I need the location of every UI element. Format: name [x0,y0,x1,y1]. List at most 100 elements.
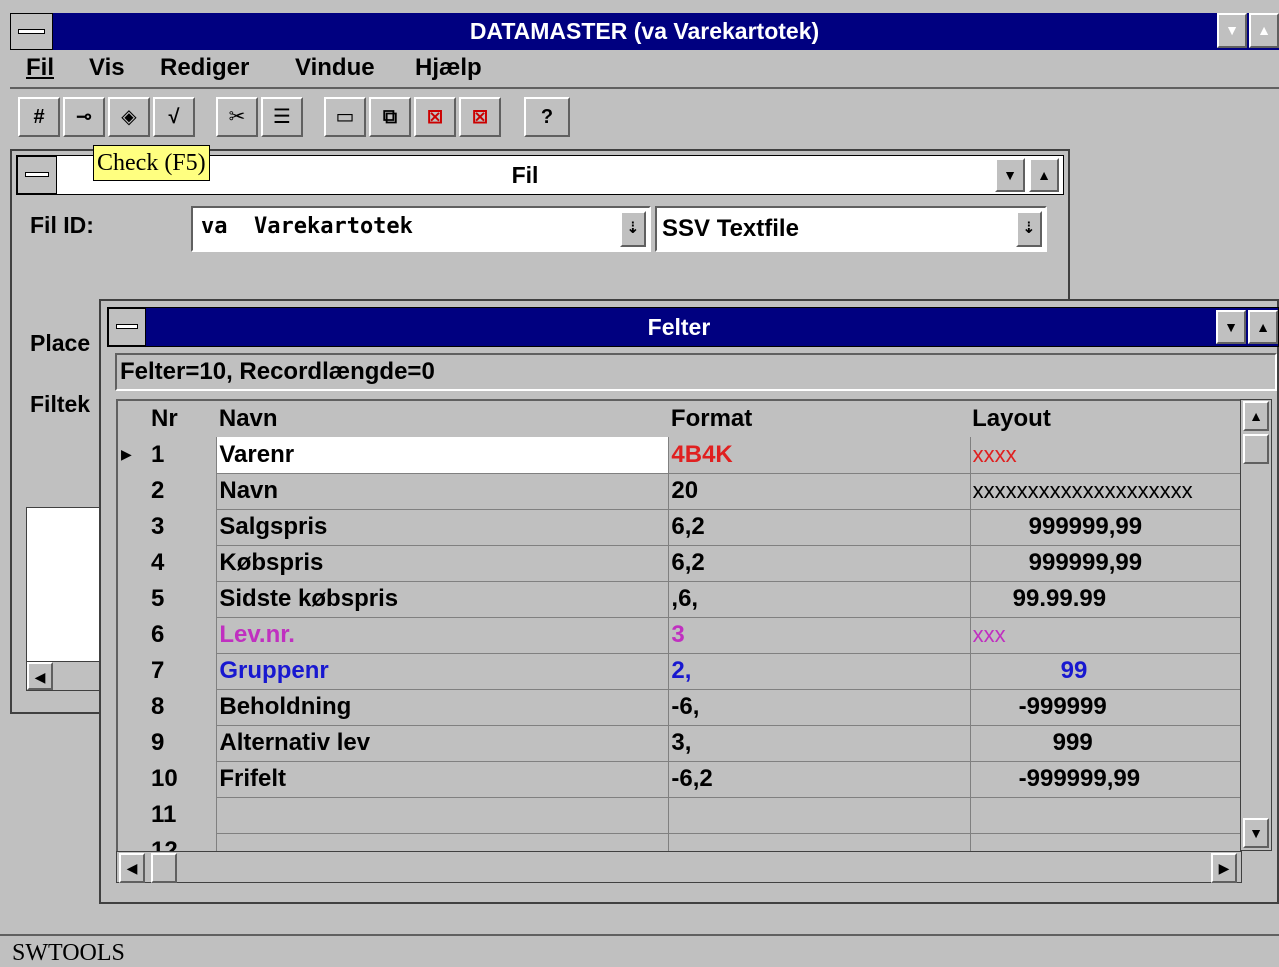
format-cell[interactable]: 6,2 [668,545,971,582]
navn-cell[interactable] [216,833,669,851]
scroll-up-button[interactable]: ▲ [1243,401,1269,431]
felter-system-menu-button[interactable] [108,308,146,346]
toolbar-key-button[interactable]: ⊸ [63,97,105,137]
table-row[interactable]: 8 Beholdning -6, -999999 [118,689,1240,726]
scroll-thumb[interactable] [1243,434,1269,464]
navn-cell[interactable]: Købspris [216,545,669,582]
table-row[interactable]: 2 Navn 20 xxxxxxxxxxxxxxxxxxxx [118,473,1240,510]
format-cell[interactable]: -6,2 [668,761,971,798]
fil-maximize-button[interactable]: ▲ [1029,158,1059,192]
toolbar-tile-button[interactable]: ▭ [324,97,366,137]
layout-cell[interactable]: 99 [969,653,1240,690]
layout-cell[interactable] [969,797,1240,834]
navn-cell[interactable]: Navn [216,473,669,510]
format-cell[interactable]: 4B4K [668,437,971,474]
table-row[interactable]: 10 Frifelt -6,2 -999999,99 [118,761,1240,798]
navn-cell[interactable]: Varenr [216,437,669,474]
felter-maximize-button[interactable]: ▲ [1248,310,1278,344]
layout-cell[interactable]: xxxx [969,437,1240,474]
felter-status: Felter=10, Recordlængde=0 [115,353,1277,391]
file-type-dropdown[interactable]: SSV Textfile ⇣ [655,206,1047,252]
navn-cell[interactable]: Gruppenr [216,653,669,690]
layout-cell[interactable]: xxx [969,617,1240,654]
felter-grid[interactable]: Nr Navn Format Layout ▶ 1 Varenr 4B4K xxx… [116,399,1240,851]
table-row[interactable]: 3 Salgspris 6,2 999999,99 [118,509,1240,546]
scroll-down-button[interactable]: ▼ [1243,818,1269,848]
format-cell[interactable] [668,833,971,851]
table-row[interactable]: 4 Købspris 6,2 999999,99 [118,545,1240,582]
column-header-navn[interactable]: Navn [217,401,669,437]
toolbar-tag-button[interactable]: ◈ [108,97,150,137]
fil-minimize-button[interactable]: ▼ [995,158,1025,192]
menu-rediger[interactable]: Rediger [160,50,249,86]
toolbar-help-button[interactable]: ? [524,97,570,137]
navn-cell[interactable]: Lev.nr. [216,617,669,654]
fil-list-box[interactable] [26,507,106,677]
toolbar-close-button[interactable]: ⊠ [459,97,501,137]
format-cell[interactable]: 3 [668,617,971,654]
fil-id-dropdown-button[interactable]: ⇣ [620,211,646,247]
column-header-format[interactable]: Format [669,401,970,437]
menu-hjaelp[interactable]: Hjælp [415,50,482,86]
row-nr-cell: ▶ 1 [118,437,217,473]
format-cell[interactable]: -6, [668,689,971,726]
menu-fil[interactable]: Fil [26,50,54,86]
felter-minimize-button[interactable]: ▼ [1216,310,1246,344]
list-icon: ☰ [273,106,291,128]
layout-cell[interactable]: 999 [969,725,1240,762]
table-row[interactable]: ▶ 1 Varenr 4B4K xxxx [118,437,1240,474]
layout-cell[interactable]: 999999,99 [969,509,1240,546]
row-nr: 7 [151,657,165,684]
fil-id-dropdown[interactable]: va Varekartotek ⇣ [191,206,651,252]
column-header-layout[interactable]: Layout [970,401,1240,437]
file-type-dropdown-button[interactable]: ⇣ [1016,211,1042,247]
toolbar-cascade-button[interactable]: ⧉ [369,97,411,137]
fil-hscrollbar[interactable]: ◀ [26,661,106,691]
toolbar-cut-button[interactable]: ✂ [216,97,258,137]
navn-cell[interactable]: Salgspris [216,509,669,546]
toolbar-number-button[interactable]: # [18,97,60,137]
layout-cell[interactable]: xxxxxxxxxxxxxxxxxxxx [969,473,1240,510]
maximize-button[interactable]: ▲ [1249,13,1279,48]
layout-cell[interactable]: 999999,99 [969,545,1240,582]
minimize-icon: ▼ [1225,22,1239,38]
scroll-left-button[interactable]: ◀ [119,853,145,883]
format-cell[interactable]: 6,2 [668,509,971,546]
fil-system-menu-button[interactable] [17,156,57,194]
felter-hscrollbar[interactable]: ◀ ▶ [116,851,1242,883]
column-header-nr[interactable]: Nr [118,401,217,437]
navn-cell[interactable]: Beholdning [216,689,669,726]
navn-cell[interactable]: Frifelt [216,761,669,798]
layout-cell[interactable] [969,833,1240,851]
toolbar-close-all-button[interactable]: ⊠ [414,97,456,137]
key-icon: ⊸ [75,106,93,128]
layout-cell[interactable]: -999999,99 [969,761,1240,798]
format-cell[interactable]: 3, [668,725,971,762]
format-cell[interactable]: 20 [668,473,971,510]
toolbar-check-button[interactable]: √ [153,97,195,137]
table-row[interactable]: 9 Alternativ lev 3, 999 [118,725,1240,762]
fil-scroll-left-button[interactable]: ◀ [27,662,53,690]
table-row[interactable]: 11 [118,797,1240,834]
menu-vindue[interactable]: Vindue [295,50,375,86]
menu-vis[interactable]: Vis [89,50,125,86]
scroll-right-icon: ▶ [1218,860,1230,876]
format-cell[interactable] [668,797,971,834]
minimize-button[interactable]: ▼ [1217,13,1247,48]
table-row[interactable]: 6 Lev.nr. 3 xxx [118,617,1240,654]
table-row[interactable]: 7 Gruppenr 2, 99 [118,653,1240,690]
hscroll-thumb[interactable] [151,853,177,883]
toolbar-list-button[interactable]: ☰ [261,97,303,137]
layout-cell[interactable]: 99.99.99 [969,581,1240,618]
navn-cell[interactable] [216,797,669,834]
app-system-menu-button[interactable] [10,13,53,50]
felter-vscrollbar[interactable]: ▲ ▼ [1240,399,1272,851]
table-row[interactable]: 12 [118,833,1240,851]
format-cell[interactable]: ,6, [668,581,971,618]
scroll-right-button[interactable]: ▶ [1211,853,1237,883]
layout-cell[interactable]: -999999 [969,689,1240,726]
table-row[interactable]: 5 Sidste købspris ,6, 99.99.99 [118,581,1240,618]
navn-cell[interactable]: Sidste købspris [216,581,669,618]
navn-cell[interactable]: Alternativ lev [216,725,669,762]
format-cell[interactable]: 2, [668,653,971,690]
